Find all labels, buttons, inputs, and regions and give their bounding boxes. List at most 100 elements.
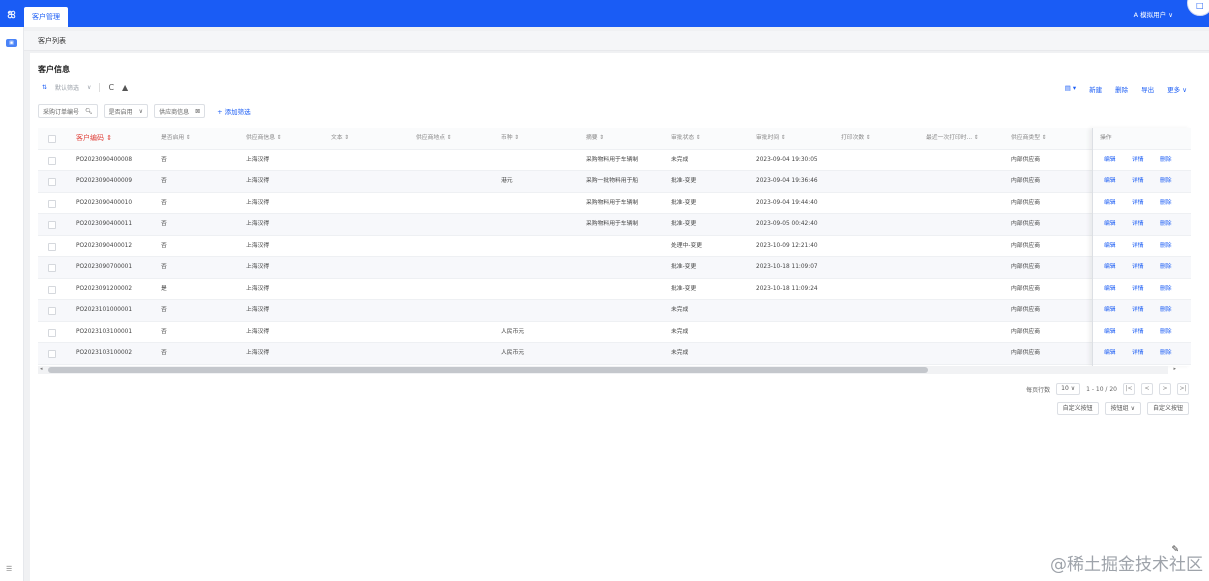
column-header[interactable]: 审批状态 ⇕: [671, 128, 701, 149]
user-menu[interactable]: A 模拟用户 ∨: [1134, 9, 1173, 19]
enabled-filter[interactable]: 是否启用 ∨: [103, 104, 149, 118]
detail-button[interactable]: 详情: [1132, 257, 1144, 278]
create-button[interactable]: 新建: [1089, 84, 1102, 94]
table-cell: 上海汉得: [246, 350, 270, 356]
delete-row-button[interactable]: 删除: [1160, 279, 1172, 300]
edit-button[interactable]: 编辑: [1104, 343, 1116, 364]
edit-button[interactable]: 编辑: [1104, 214, 1116, 235]
row-checkbox[interactable]: [48, 156, 56, 165]
table-row[interactable]: PO2023090700001 否 上海汉得 批准-变更 2023-10-18 11:0…: [38, 257, 1191, 279]
delete-row-button[interactable]: 删除: [1160, 171, 1172, 192]
delete-row-button[interactable]: 删除: [1160, 236, 1172, 257]
delete-button[interactable]: 删除: [1115, 84, 1128, 94]
delete-row-button[interactable]: 删除: [1160, 214, 1172, 235]
column-header[interactable]: 最近一次打印时... ⇕: [926, 128, 979, 149]
delete-row-button[interactable]: 删除: [1160, 300, 1172, 321]
detail-button[interactable]: 详情: [1132, 300, 1144, 321]
first-page-button[interactable]: |<: [1123, 383, 1135, 395]
scroll-left-icon[interactable]: ◂: [40, 366, 43, 372]
chevron-down-icon[interactable]: ∨: [87, 84, 91, 91]
table-cell: 批准-变更: [671, 221, 697, 227]
corner-toggle-button[interactable]: □: [1187, 0, 1209, 16]
edit-button[interactable]: 编辑: [1104, 193, 1116, 214]
row-checkbox[interactable]: [48, 221, 56, 229]
table-row[interactable]: PO2023090400008 否 上海汉得 采购物料用于车辆制 未完成 2023-09-…: [38, 150, 1191, 171]
table-row[interactable]: PO2023091200002 是 上海汉得 批准-变更 2023-10-18 11:0…: [38, 279, 1191, 300]
panel-icon: □: [1196, 1, 1204, 10]
page-size-select[interactable]: 10 ∨: [1056, 383, 1081, 395]
breadcrumb[interactable]: 客户列表: [38, 36, 66, 46]
column-header[interactable]: 供应商地点 ⇕: [416, 128, 452, 149]
table-row[interactable]: PO2023103100001 否 上海汉得 人民币元 未完成 内部供应商 编辑 详情 删除: [38, 322, 1191, 343]
row-checkbox[interactable]: [48, 264, 56, 272]
row-checkbox[interactable]: [48, 350, 56, 358]
column-header[interactable]: 审批时间 ⇕: [756, 128, 786, 149]
detail-button[interactable]: 详情: [1132, 193, 1144, 214]
scrollbar-thumb[interactable]: [48, 367, 928, 373]
sidebar-customer-icon[interactable]: ▣: [6, 39, 17, 47]
top-bar: ஐ 客户管理 A 模拟用户 ∨ □: [0, 0, 1209, 27]
button-group[interactable]: 按钮组 ∨: [1104, 402, 1141, 415]
tab-customer-management[interactable]: 客户管理: [24, 7, 68, 27]
last-page-button[interactable]: >|: [1177, 383, 1189, 395]
horizontal-scrollbar[interactable]: ◂ ▸: [38, 366, 1176, 374]
edit-button[interactable]: 编辑: [1104, 279, 1116, 300]
custom-button[interactable]: 自定义按钮: [1146, 402, 1189, 415]
next-page-button[interactable]: >: [1159, 383, 1171, 395]
po-number-filter[interactable]: 采购订单编号 🔍︎: [38, 104, 98, 118]
table-row[interactable]: PO2023090400011 否 上海汉得 采购物料用于车辆制 批准-变更 2023-0…: [38, 214, 1191, 236]
row-checkbox[interactable]: [48, 328, 56, 337]
column-header[interactable]: 文本 ⇕: [331, 128, 349, 149]
supplier-filter[interactable]: 供应商信息 ⊠: [154, 104, 206, 118]
row-checkbox[interactable]: [48, 178, 56, 186]
row-checkbox[interactable]: [48, 285, 56, 294]
add-filter-button[interactable]: + 添加筛选: [217, 106, 251, 116]
table-row[interactable]: PO2023103100002 否 上海汉得 人民币元 未完成 内部供应商 编辑 详情 删除: [38, 343, 1191, 365]
column-settings-button[interactable]: ▤ ▾: [1065, 84, 1076, 94]
delete-row-button[interactable]: 删除: [1160, 257, 1172, 278]
delete-row-button[interactable]: 删除: [1160, 322, 1172, 343]
detail-button[interactable]: 详情: [1132, 150, 1144, 171]
delete-row-button[interactable]: 删除: [1160, 150, 1172, 171]
edit-button[interactable]: 编辑: [1104, 322, 1116, 343]
prev-page-button[interactable]: <: [1141, 383, 1153, 395]
row-checkbox[interactable]: [48, 242, 56, 251]
detail-button[interactable]: 详情: [1132, 214, 1144, 235]
custom-button[interactable]: 自定义按钮: [1056, 402, 1099, 415]
detail-button[interactable]: 详情: [1132, 236, 1144, 257]
edit-button[interactable]: 编辑: [1104, 171, 1116, 192]
detail-button[interactable]: 详情: [1132, 343, 1144, 364]
column-header[interactable]: 客户编码 ⇕: [76, 128, 112, 149]
select-all-checkbox[interactable]: [48, 135, 56, 143]
column-header[interactable]: 打印次数 ⇕: [841, 128, 871, 149]
table-row[interactable]: PO2023101000001 否 上海汉得 未完成 内部供应商 编辑 详情 删除: [38, 300, 1191, 322]
column-header[interactable]: 供应商信息 ⇕: [246, 128, 282, 149]
filter-icon[interactable]: ⇅: [42, 84, 47, 91]
row-checkbox[interactable]: [48, 199, 56, 208]
view-select[interactable]: 默认筛选: [55, 83, 79, 92]
collapse-icon[interactable]: ▲: [122, 83, 128, 92]
refresh-icon[interactable]: C: [108, 83, 114, 92]
column-header[interactable]: 是否启用 ⇕: [161, 128, 191, 149]
menu-icon[interactable]: ☰: [6, 565, 12, 573]
column-header[interactable]: 供应商类型 ⇕: [1011, 128, 1047, 149]
detail-button[interactable]: 详情: [1132, 322, 1144, 343]
detail-button[interactable]: 详情: [1132, 279, 1144, 300]
table-row[interactable]: PO2023090400012 否 上海汉得 处理中-变更 2023-10-09 12:…: [38, 236, 1191, 257]
column-header[interactable]: 摘要 ⇕: [586, 128, 604, 149]
detail-button[interactable]: 详情: [1132, 171, 1144, 192]
row-checkbox[interactable]: [48, 307, 56, 315]
delete-row-button[interactable]: 删除: [1160, 193, 1172, 214]
edit-button[interactable]: 编辑: [1104, 257, 1116, 278]
table-row[interactable]: PO2023090400010 否 上海汉得 采购物料用于车辆制 批准-变更 2023-0…: [38, 193, 1191, 214]
more-button[interactable]: 更多 ∨: [1167, 84, 1187, 94]
data-table: 客户编码 ⇕ 是否启用 ⇕ 供应商信息 ⇕ 文本 ⇕ 供应商地点 ⇕ 币种 ⇕ …: [38, 128, 1191, 366]
edit-button[interactable]: 编辑: [1104, 236, 1116, 257]
edit-button[interactable]: 编辑: [1104, 300, 1116, 321]
export-button[interactable]: 导出: [1141, 84, 1154, 94]
delete-row-button[interactable]: 删除: [1160, 343, 1172, 364]
column-header[interactable]: 币种 ⇕: [501, 128, 519, 149]
scroll-right-icon[interactable]: ▸: [1173, 366, 1176, 372]
edit-button[interactable]: 编辑: [1104, 150, 1116, 171]
table-row[interactable]: PO2023090400009 否 上海汉得 港元 采购一批物料用于船 批准-变更 2023…: [38, 171, 1191, 193]
